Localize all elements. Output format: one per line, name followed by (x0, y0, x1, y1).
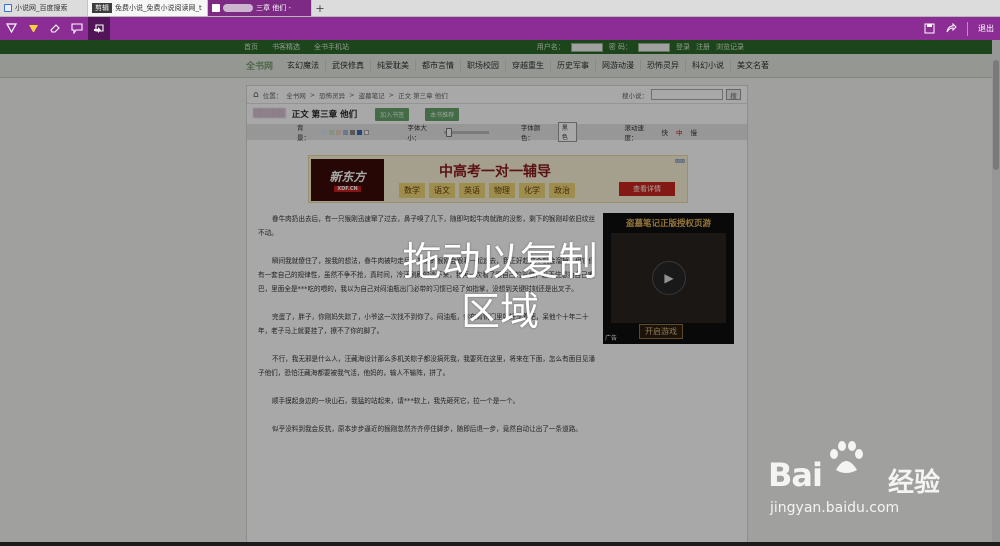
page-favicon-icon (4, 4, 12, 12)
paw-icon (830, 441, 863, 473)
copy-region-tool-button[interactable] (88, 17, 110, 40)
tab-clip[interactable]: 剪辑 免费小说_免费小说阅读网_t (88, 0, 208, 16)
share-icon[interactable] (945, 23, 957, 34)
exit-button[interactable]: 退出 (978, 23, 994, 34)
comment-tool-button[interactable] (66, 17, 88, 40)
watermark-url: jingyan.baidu.com (770, 500, 900, 516)
tab-label: 三章 他们 - (256, 4, 291, 12)
redacted-text (223, 4, 253, 12)
browser-tab-bar: 小说网_百度搜索 剪辑 免费小说_免费小说阅读网_t 三章 他们 - + (0, 0, 1000, 17)
watermark-brand-cn: 经验 (888, 468, 941, 498)
region-select-icon (94, 24, 104, 33)
tab-label: 免费小说_免费小说阅读网_t (115, 4, 202, 12)
baidu-jingyan-watermark: Bai 经验 jingyan.baidu.com (768, 436, 998, 526)
marker-tool-button[interactable] (22, 17, 44, 40)
eraser-tool-button[interactable] (44, 17, 66, 40)
marker-icon (28, 25, 38, 32)
tab-label: 小说网_百度搜索 (15, 4, 68, 12)
capture-toolbar: 退出 (0, 17, 1000, 40)
tab-label: 剪辑 (92, 3, 112, 13)
highlight-tool-button[interactable] (0, 17, 22, 40)
comment-icon (71, 23, 83, 34)
tab-baidu-search[interactable]: 小说网_百度搜索 (0, 0, 88, 16)
page-favicon-icon (212, 4, 220, 12)
tab-current-chapter[interactable]: 三章 他们 - (208, 0, 312, 16)
status-strip (0, 542, 1000, 546)
plus-icon: + (315, 1, 325, 15)
save-icon[interactable] (924, 23, 935, 34)
eraser-icon (50, 24, 60, 33)
drag-to-copy-hint: 拖动以复制 区域 (402, 240, 598, 335)
new-tab-button[interactable]: + (312, 0, 328, 16)
funnel-icon (5, 23, 17, 34)
watermark-brand: Bai (768, 456, 823, 494)
toolbar-divider (967, 21, 968, 36)
